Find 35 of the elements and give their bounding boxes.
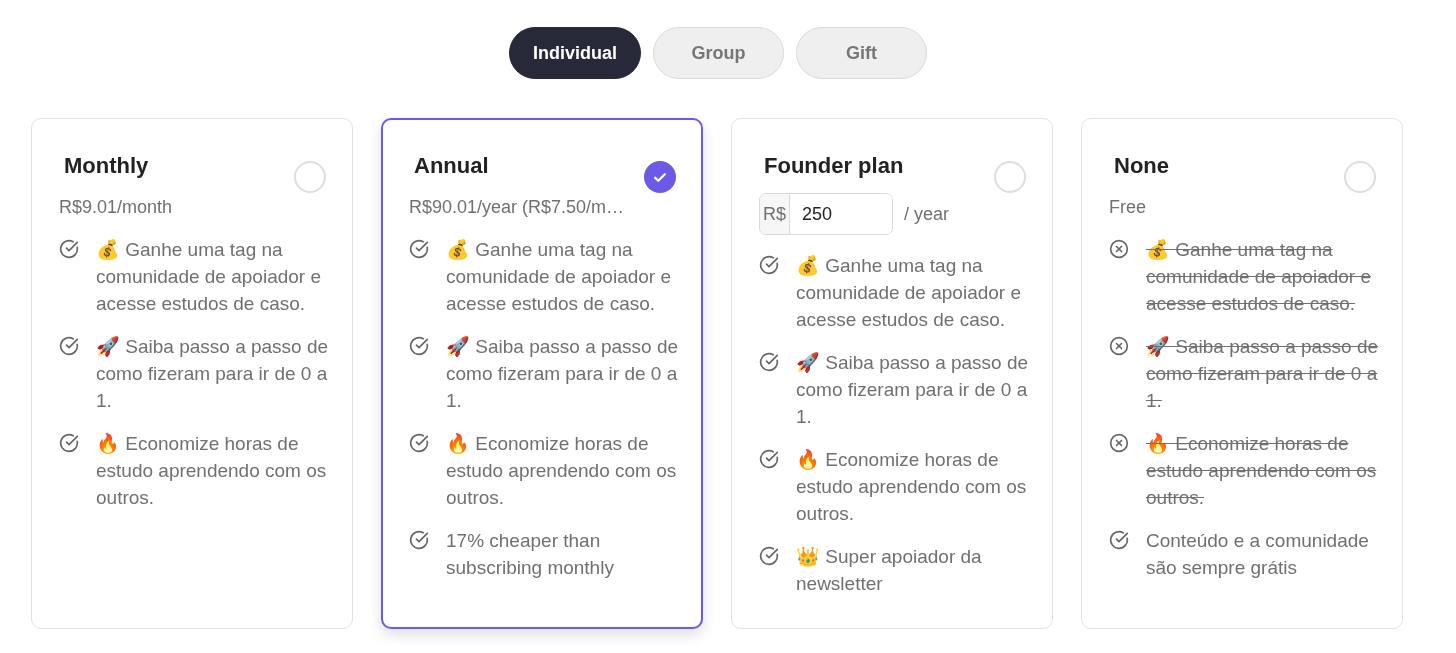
radio-button[interactable] — [294, 161, 326, 193]
feature-text: Conteúdo e a comunidade são sempre grátis — [1146, 529, 1370, 580]
radio-button[interactable] — [994, 161, 1026, 193]
feature-text: 🔥 Economize horas de estudo aprendendo com os outros. — [96, 432, 328, 510]
plan-card[interactable] — [381, 118, 703, 629]
plan-price: Free — [1109, 196, 1147, 219]
plan-title: Monthly — [63, 152, 149, 180]
feature-text: 🔥 Economize horas de estudo aprendendo com os outros. — [446, 432, 678, 510]
plan-price: R$90.01/year (R$7.50/m… — [409, 196, 626, 219]
plan-card[interactable]: Monthly R$9.01/month 💰 Ganhe uma tag na comunidade de apoiador e acesse estudos de caso. 🚀 Saiba passo a passo de como fizeram para ir de 0 a 1. 🔥 Economize horas de estudo aprendendo com os outros. — [31, 118, 353, 629]
feature-text: 💰 Ganhe uma tag na comunidade de apoiador e acesse estudos de caso. — [446, 238, 672, 316]
radio-button[interactable] — [1344, 161, 1376, 193]
price-input[interactable]: R$ 250 — [759, 193, 893, 235]
plan-tab[interactable]: Group — [653, 27, 784, 79]
feature-text: 🔥 Economize horas de estudo aprendendo com os outros. — [1146, 432, 1378, 510]
feature-text: 🚀 Saiba passo a passo de como fizeram para ir de 0 a 1. — [96, 335, 330, 413]
feature-text: 💰 Ganhe uma tag na comunidade de apoiador e acesse estudos de caso. — [96, 238, 322, 316]
feature-text: 🔥 Economize horas de estudo aprendendo com os outros. — [796, 448, 1028, 526]
feature-text: 👑 Super apoiador da newsletter — [796, 545, 983, 596]
plan-tab[interactable]: Gift — [796, 27, 927, 79]
plan-price: R$9.01/month — [59, 196, 174, 219]
feature-text: 💰 Ganhe uma tag na comunidade de apoiador e acesse estudos de caso. — [796, 254, 1022, 332]
plan-tab[interactable]: Individual — [509, 27, 641, 79]
price-period: / year — [904, 202, 950, 226]
feature-text: 💰 Ganhe uma tag na comunidade de apoiador e acesse estudos de caso. — [1146, 238, 1372, 316]
feature-text: 🚀 Saiba passo a passo de como fizeram para ir de 0 a 1. — [796, 351, 1030, 429]
plan-title: Annual — [413, 152, 489, 180]
plan-title: Founder plan — [763, 152, 904, 180]
feature-text: 🚀 Saiba passo a passo de como fizeram para ir de 0 a 1. — [1146, 335, 1380, 413]
currency-prefix: R$ — [760, 194, 790, 234]
radio-button[interactable] — [644, 161, 676, 193]
feature-text: 🚀 Saiba passo a passo de como fizeram para ir de 0 a 1. — [446, 335, 680, 413]
feature-text: 17% cheaper than subscribing monthly — [446, 529, 615, 580]
check-icon — [654, 172, 666, 182]
plan-title: None — [1113, 152, 1169, 180]
